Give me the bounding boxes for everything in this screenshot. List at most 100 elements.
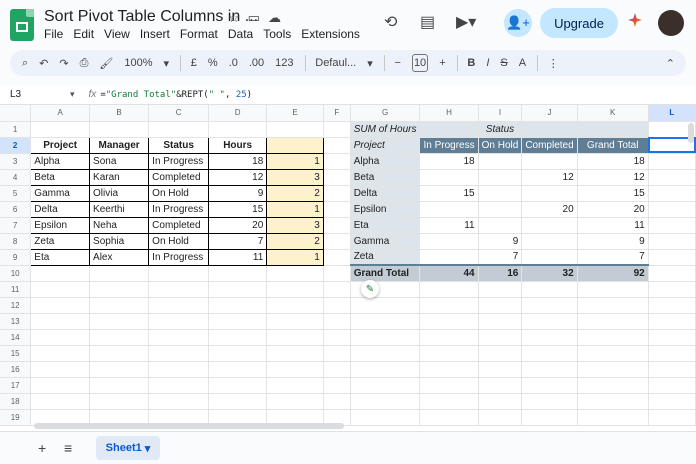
- pivot-edit-icon[interactable]: ✎: [361, 280, 379, 298]
- column-header[interactable]: L: [648, 105, 696, 122]
- row-header[interactable]: 18: [0, 393, 32, 410]
- pivot-cell[interactable]: 11: [577, 217, 649, 234]
- cell[interactable]: In Progress: [148, 200, 210, 218]
- text-color-button[interactable]: A: [519, 57, 526, 69]
- italic-button[interactable]: I: [486, 57, 489, 69]
- pivot-col-header[interactable]: On Hold: [478, 137, 523, 154]
- row-header[interactable]: 8: [0, 233, 32, 250]
- cell[interactable]: Alex: [89, 248, 150, 266]
- row-header[interactable]: 14: [0, 329, 32, 346]
- menu-tools[interactable]: Tools: [263, 27, 297, 41]
- document-title[interactable]: Sort Pivot Table Columns in ...: [44, 8, 258, 26]
- collapse-toolbar-icon[interactable]: ⌃: [666, 57, 675, 70]
- font-select[interactable]: Defaul...: [315, 57, 356, 69]
- pivot-cell[interactable]: 7: [478, 249, 523, 266]
- pivot-cell[interactable]: [521, 153, 578, 170]
- search-icon[interactable]: ⌕: [22, 57, 28, 70]
- select-all-corner[interactable]: [0, 105, 32, 122]
- pivot-sum-label[interactable]: SUM of Hours: [350, 121, 421, 138]
- pivot-cell[interactable]: [478, 217, 523, 234]
- pivot-cell[interactable]: [419, 121, 479, 138]
- column-header[interactable]: C: [148, 105, 210, 122]
- pivot-col-header[interactable]: Completed: [521, 137, 578, 154]
- row-header[interactable]: 1: [0, 121, 32, 138]
- column-header[interactable]: A: [30, 105, 91, 122]
- decrease-decimal-button[interactable]: .0: [229, 57, 238, 69]
- decrease-font-icon[interactable]: −: [394, 57, 400, 69]
- cell[interactable]: 2: [266, 184, 324, 202]
- cell[interactable]: 11: [208, 248, 268, 266]
- meet-icon[interactable]: ▶▾: [456, 12, 476, 32]
- pivot-cell[interactable]: 12: [577, 169, 649, 186]
- horizontal-scrollbar[interactable]: [34, 423, 344, 429]
- row-header[interactable]: 17: [0, 377, 32, 394]
- row-header[interactable]: 9: [0, 249, 32, 266]
- undo-icon[interactable]: ↶: [39, 57, 48, 70]
- increase-font-icon[interactable]: +: [439, 57, 445, 69]
- cell[interactable]: 15: [208, 200, 268, 218]
- cell[interactable]: 2: [266, 232, 324, 250]
- name-box[interactable]: L3: [0, 89, 70, 100]
- pivot-total[interactable]: 32: [521, 264, 578, 282]
- pivot-row-label[interactable]: Eta: [350, 217, 421, 234]
- move-folder-icon[interactable]: ▭: [248, 10, 260, 26]
- cell[interactable]: Gamma: [30, 184, 91, 202]
- cell[interactable]: Completed: [148, 216, 210, 234]
- pivot-cell[interactable]: [478, 201, 523, 218]
- row-header[interactable]: 2: [0, 137, 32, 154]
- cell[interactable]: 12: [208, 168, 268, 186]
- chevron-down-icon[interactable]: ▾: [367, 57, 373, 70]
- column-header[interactable]: H: [419, 105, 479, 122]
- column-header[interactable]: K: [577, 105, 649, 122]
- cell[interactable]: Karan: [89, 168, 150, 186]
- vertical-scrollbar[interactable]: [688, 123, 694, 143]
- pivot-cell[interactable]: [419, 201, 479, 218]
- menu-extensions[interactable]: Extensions: [301, 27, 366, 41]
- increase-decimal-button[interactable]: .00: [249, 57, 264, 69]
- pivot-cell[interactable]: 12: [521, 169, 578, 186]
- cell[interactable]: Olivia: [89, 184, 150, 202]
- cell[interactable]: Delta: [30, 200, 91, 218]
- pivot-cell[interactable]: 20: [521, 201, 578, 218]
- pivot-col-header[interactable]: Grand Total: [577, 137, 649, 154]
- menu-format[interactable]: Format: [180, 27, 224, 41]
- menu-insert[interactable]: Insert: [140, 27, 176, 41]
- formula-input[interactable]: ="Grand Total"&REPT(" ", 25): [100, 90, 252, 100]
- cell[interactable]: 3: [266, 216, 324, 234]
- pivot-cell[interactable]: [521, 121, 578, 138]
- row-header[interactable]: 11: [0, 281, 32, 298]
- pivot-row-label[interactable]: Beta: [350, 169, 421, 186]
- row-header[interactable]: 19: [0, 409, 32, 426]
- upgrade-button[interactable]: Upgrade: [540, 8, 618, 38]
- cell[interactable]: Completed: [148, 168, 210, 186]
- row-header[interactable]: 5: [0, 185, 32, 202]
- cell[interactable]: In Progress: [148, 248, 210, 266]
- pivot-cell[interactable]: 18: [577, 153, 649, 170]
- pivot-cell[interactable]: [419, 233, 479, 250]
- pivot-row-label[interactable]: Delta: [350, 185, 421, 202]
- redo-icon[interactable]: ↷: [59, 57, 68, 70]
- row-header[interactable]: 3: [0, 153, 32, 170]
- cell[interactable]: 1: [266, 152, 324, 170]
- bold-button[interactable]: B: [467, 57, 475, 69]
- menu-file[interactable]: File: [44, 27, 69, 41]
- cell[interactable]: Alpha: [30, 152, 91, 170]
- share-icon[interactable]: 👤+: [504, 9, 532, 37]
- cell[interactable]: 18: [208, 152, 268, 170]
- column-header[interactable]: D: [208, 105, 268, 122]
- all-sheets-icon[interactable]: ≡: [64, 440, 72, 456]
- cell[interactable]: On Hold: [148, 232, 210, 250]
- more-options-icon[interactable]: ⋮: [548, 57, 559, 70]
- pivot-cell[interactable]: 20: [577, 201, 649, 218]
- sheet-grid[interactable]: A B C D E F G H I J K L 1 SUM of Hours S…: [0, 105, 696, 431]
- pivot-cell[interactable]: [419, 169, 479, 186]
- cell[interactable]: Keerthi: [89, 200, 150, 218]
- comments-icon[interactable]: ▤: [420, 12, 435, 32]
- pivot-row-label[interactable]: Zeta: [350, 249, 421, 266]
- cell[interactable]: 7: [208, 232, 268, 250]
- pivot-cell[interactable]: 7: [577, 249, 649, 266]
- pivot-row-label[interactable]: Epsilon: [350, 201, 421, 218]
- zoom-select[interactable]: 100%: [124, 57, 152, 69]
- chevron-down-icon[interactable]: ▾: [70, 89, 75, 100]
- header-cell[interactable]: Project: [30, 136, 91, 154]
